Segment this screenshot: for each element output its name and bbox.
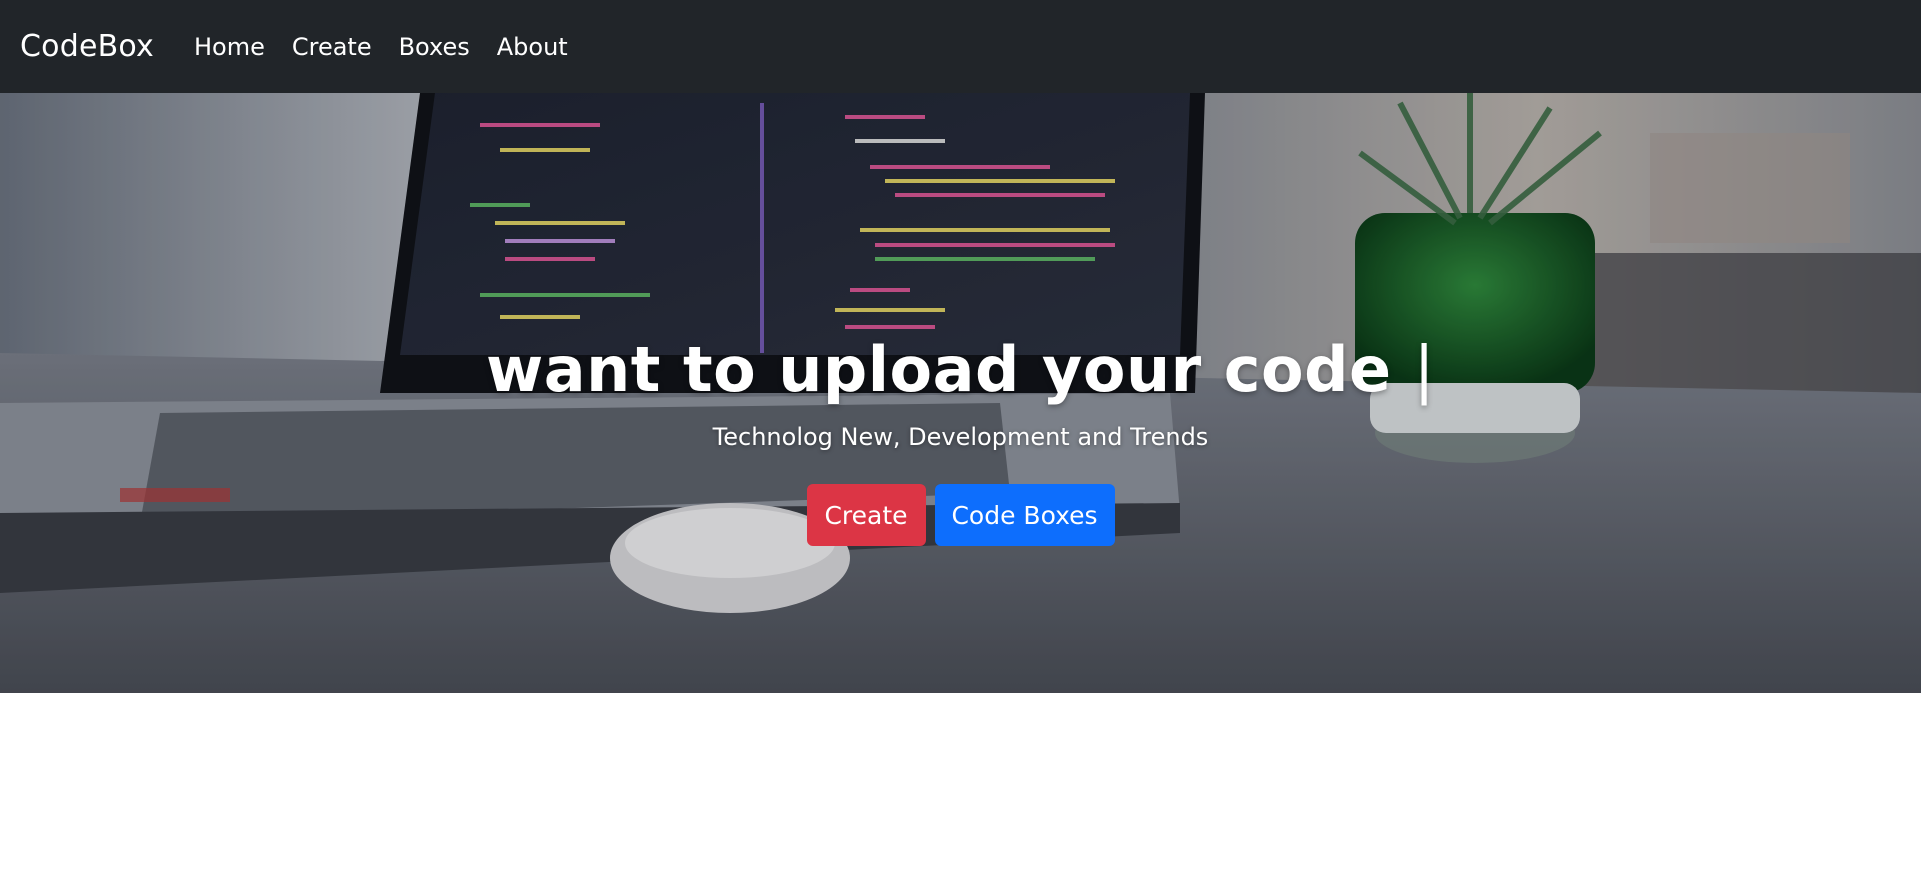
- nav-item-about[interactable]: About: [497, 33, 568, 61]
- nav-item-boxes[interactable]: Boxes: [399, 33, 470, 61]
- navbar: CodeBox Home Create Boxes About: [0, 0, 1921, 93]
- create-button[interactable]: Create: [806, 484, 926, 546]
- hero-section: want to upload your code | Technolog New…: [0, 93, 1921, 693]
- hero-button-group: Create Code Boxes: [0, 484, 1921, 546]
- hero-headline: want to upload your code |: [0, 333, 1921, 406]
- nav-item-create[interactable]: Create: [292, 33, 372, 61]
- code-boxes-button[interactable]: Code Boxes: [934, 484, 1115, 546]
- typing-cursor: |: [1413, 333, 1436, 406]
- hero-subheading: Technolog New, Development and Trends: [712, 423, 1209, 451]
- nav-item-home[interactable]: Home: [194, 33, 265, 61]
- hero-headline-text: want to upload your code: [485, 333, 1392, 406]
- brand-logo[interactable]: CodeBox: [20, 29, 154, 64]
